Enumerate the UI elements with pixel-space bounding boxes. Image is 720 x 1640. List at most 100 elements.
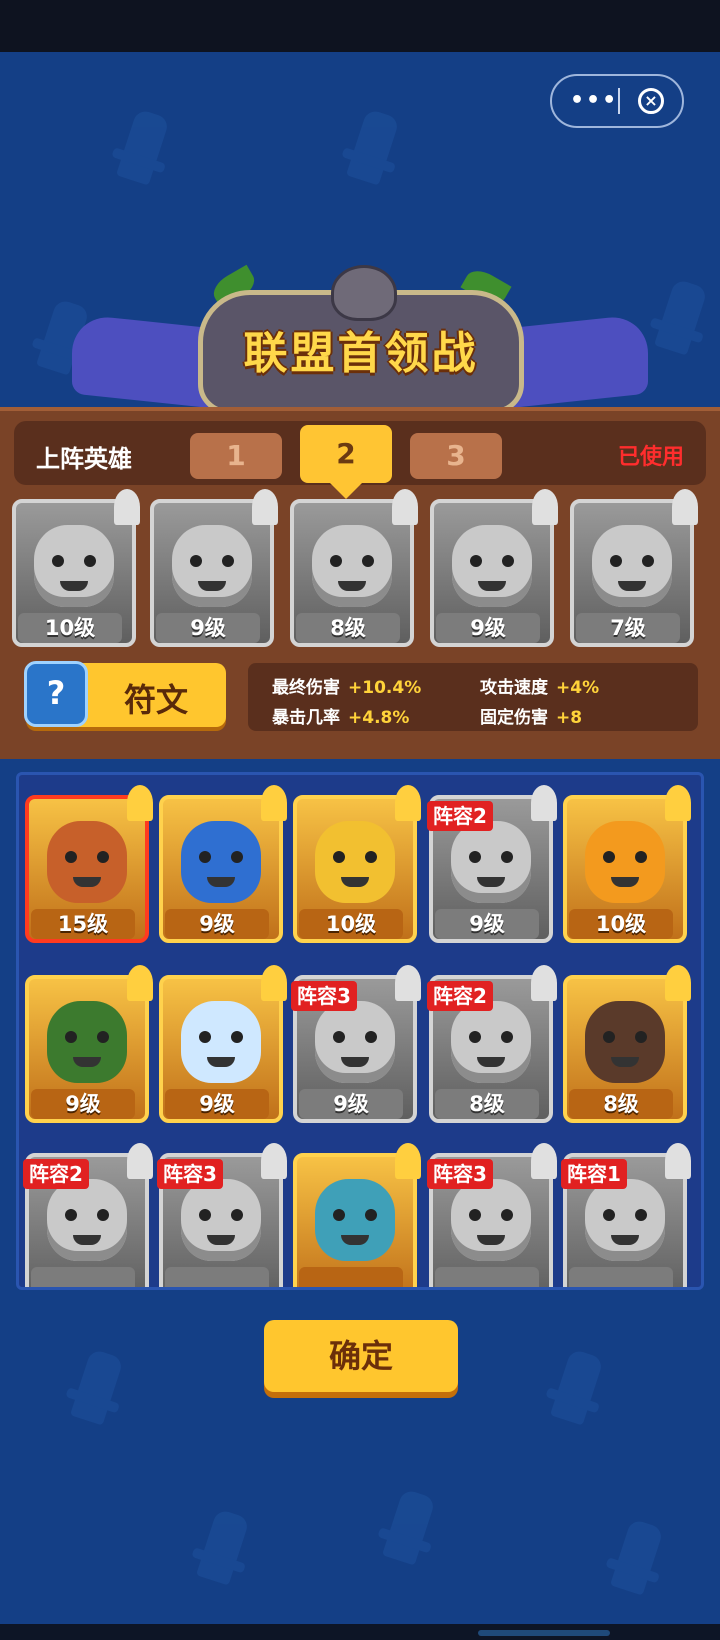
- hero-level: 9级: [165, 909, 269, 939]
- pool-hero-card[interactable]: 8级: [563, 965, 691, 1125]
- pool-hero-card[interactable]: 阵容1: [561, 1143, 691, 1287]
- pool-hero-card[interactable]: 阵容3 9级: [291, 965, 421, 1125]
- lineup-hero-card[interactable]: 8级: [290, 489, 418, 649]
- stat-item: 攻击速度 +4%: [480, 673, 599, 698]
- hero-level: 8级: [435, 1089, 539, 1119]
- rune-button-label: 符文: [123, 681, 188, 719]
- hero-level: 15级: [31, 909, 135, 939]
- stat-name: 攻击速度: [480, 678, 548, 698]
- page-title: 联盟首领战: [243, 328, 479, 379]
- lineup-panel: 上阵英雄 1 2 3 已使用 10级 9级 8级 9级 7级 ? 符文 最终伤害…: [0, 407, 720, 759]
- sword-icon: [531, 785, 557, 821]
- hero-level: 10级: [18, 613, 122, 643]
- stat-value: +10.4%: [348, 678, 422, 698]
- pool-hero-card[interactable]: 10级: [563, 785, 691, 945]
- lineup-tab-1[interactable]: 1: [190, 433, 282, 479]
- lineup-label: 上阵英雄: [36, 445, 132, 473]
- lineup-tab-2[interactable]: 2: [300, 425, 392, 499]
- hero-level: [435, 1267, 539, 1287]
- sword-icon: [665, 965, 691, 1001]
- pool-hero-card[interactable]: 10级: [293, 785, 421, 945]
- status-bar: [0, 0, 720, 52]
- pool-hero-card[interactable]: [293, 1143, 421, 1287]
- hero-level: 9级: [31, 1089, 135, 1119]
- stat-value: +8: [556, 708, 583, 728]
- stat-item: 固定伤害 +8: [480, 703, 582, 728]
- hero-level: [165, 1267, 269, 1287]
- hero-level: 9级: [436, 613, 540, 643]
- background-sword-icon: [70, 1348, 124, 1426]
- sword-icon: [114, 489, 140, 525]
- pool-hero-card[interactable]: 阵容2: [23, 1143, 153, 1287]
- hero-pool-grid: 15级 9级 10级 阵容2 9级 10级 9级 9级 阵容3 9级 阵容2 8级 8级 阵容2 阵容3 阵容…: [16, 772, 704, 1290]
- background-sword-icon: [550, 1348, 604, 1426]
- sword-icon: [531, 1143, 557, 1179]
- lineup-badge: 阵容3: [157, 1159, 223, 1189]
- capsule-divider: [618, 88, 620, 114]
- hero-level: 9级: [299, 1089, 403, 1119]
- hero-level: [299, 1267, 403, 1287]
- pool-hero-card[interactable]: 9级: [159, 785, 287, 945]
- hero-level: 9级: [165, 1089, 269, 1119]
- background-sword-icon: [116, 108, 170, 186]
- game-screen: ••• × 联盟首领战 上阵英雄 1 2 3 已使用 10级 9级 8级 9级 …: [0, 52, 720, 1624]
- rune-stats-panel: 最终伤害 +10.4% 攻击速度 +4% 暴击几率 +4.8% 固定伤害 +8: [248, 663, 698, 731]
- hero-level: 9级: [435, 909, 539, 939]
- sword-icon: [252, 489, 278, 525]
- hero-level: [569, 1267, 673, 1287]
- sword-icon: [531, 965, 557, 1001]
- rune-gem-icon: ?: [24, 661, 88, 727]
- home-indicator: [478, 1630, 610, 1636]
- pool-hero-card[interactable]: 阵容2 9级: [427, 785, 557, 945]
- pool-hero-card[interactable]: 阵容3: [157, 1143, 287, 1287]
- stat-name: 最终伤害: [272, 678, 340, 698]
- close-circle-icon[interactable]: ×: [638, 88, 664, 114]
- pool-hero-card[interactable]: 15级: [25, 785, 153, 945]
- sword-icon: [392, 489, 418, 525]
- lineup-hero-card[interactable]: 10级: [12, 489, 140, 649]
- hero-level: 8级: [569, 1089, 673, 1119]
- pool-hero-card[interactable]: 阵容2 8级: [427, 965, 557, 1125]
- stat-item: 最终伤害 +10.4%: [272, 673, 421, 698]
- lineup-badge: 阵容2: [23, 1159, 89, 1189]
- rune-button[interactable]: ? 符文: [24, 661, 226, 727]
- lineup-badge: 阵容2: [427, 981, 493, 1011]
- lineup-tab-bar: 上阵英雄 1 2 3 已使用: [14, 421, 706, 499]
- lineup-hero-card[interactable]: 9级: [430, 489, 558, 649]
- lineup-tab-3[interactable]: 3: [410, 433, 502, 479]
- stat-item: 暴击几率 +4.8%: [272, 703, 409, 728]
- hero-level: 7级: [576, 613, 680, 643]
- sword-icon: [127, 785, 153, 821]
- pool-hero-card[interactable]: 9级: [159, 965, 287, 1125]
- pool-hero-card[interactable]: 阵容3: [427, 1143, 557, 1287]
- stat-value: +4%: [556, 678, 600, 698]
- hero-level: 9级: [156, 613, 260, 643]
- background-sword-icon: [196, 1508, 250, 1586]
- sword-icon: [672, 489, 698, 525]
- background-sword-icon: [382, 1488, 436, 1566]
- lineup-badge: 阵容1: [561, 1159, 627, 1189]
- background-sword-icon: [346, 108, 400, 186]
- lineup-hero-card[interactable]: 9级: [150, 489, 278, 649]
- lineup-badge: 阵容3: [427, 1159, 493, 1189]
- hero-level: [31, 1267, 135, 1287]
- skull-icon: [331, 265, 397, 321]
- sword-icon: [127, 965, 153, 1001]
- stat-name: 暴击几率: [272, 708, 340, 728]
- background-sword-icon: [610, 1518, 664, 1596]
- sword-icon: [261, 1143, 287, 1179]
- pool-hero-card[interactable]: 9级: [25, 965, 153, 1125]
- sword-icon: [127, 1143, 153, 1179]
- stat-value: +4.8%: [348, 708, 410, 728]
- stat-name: 固定伤害: [480, 708, 548, 728]
- sword-icon: [395, 965, 421, 1001]
- sword-icon: [395, 1143, 421, 1179]
- confirm-button[interactable]: 确定: [264, 1320, 458, 1392]
- hero-level: 10级: [569, 909, 673, 939]
- title-banner: 联盟首领战: [198, 265, 524, 414]
- lineup-hero-card[interactable]: 7级: [570, 489, 698, 649]
- lineup-status: 已使用: [617, 445, 684, 470]
- sword-icon: [665, 785, 691, 821]
- background-sword-icon: [654, 278, 708, 356]
- more-dots-icon[interactable]: •••: [570, 88, 618, 113]
